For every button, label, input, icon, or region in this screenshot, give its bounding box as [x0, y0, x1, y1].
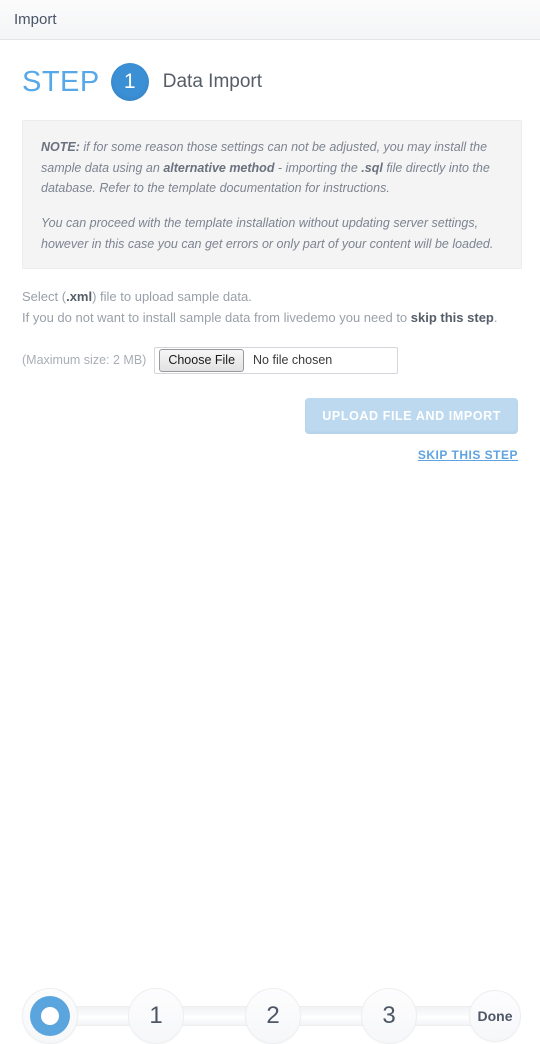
step-number-badge: 1 [110, 63, 149, 101]
step-node-3[interactable]: 3 [361, 988, 417, 1044]
page-content: STEP 1 Data Import NOTE: if for some rea… [0, 52, 540, 462]
max-size-label: (Maximum size: 2 MB) [22, 353, 147, 368]
step-node-done[interactable]: Done [469, 990, 521, 1042]
current-step-ring-icon [30, 996, 70, 1036]
note-text-b: - importing the [274, 160, 362, 175]
note-label: NOTE: [41, 140, 80, 154]
file-upload-row: (Maximum size: 2 MB) Choose File No file… [20, 346, 520, 374]
select-instructions-line-1: Select (.xml) file to upload sample data… [22, 287, 520, 308]
select-instructions-line-2: If you do not want to install sample dat… [22, 308, 520, 329]
steps-indicator: 1 2 3 Done [0, 488, 540, 1044]
window-title: Import [14, 11, 57, 28]
choose-file-button[interactable]: Choose File [159, 348, 245, 372]
step-heading: STEP 1 Data Import [20, 52, 520, 112]
actions-area: UPLOAD FILE AND IMPORT SKIP THIS STEP [20, 397, 520, 462]
note-paragraph-2: You can proceed with the template instal… [41, 215, 494, 251]
upload-file-and-import-button[interactable]: UPLOAD FILE AND IMPORT [305, 397, 518, 434]
window-titlebar: Import [0, 0, 540, 40]
skip-this-step-link[interactable]: SKIP THIS STEP [418, 448, 518, 462]
step-node-1[interactable]: 1 [128, 988, 184, 1044]
select-text-b: ) file to upload sample data. [92, 289, 252, 305]
note-box: NOTE: if for some reason those settings … [22, 120, 522, 270]
current-step-ring-hole [41, 1007, 59, 1025]
select-text-a: Select ( [22, 289, 67, 305]
select-bold-xml: .xml [66, 289, 93, 305]
step-node-current[interactable] [22, 988, 78, 1044]
chosen-file-name: No file chosen [253, 353, 333, 368]
select-instructions: Select (.xml) file to upload sample data… [20, 287, 520, 329]
file-input[interactable]: Choose File No file chosen [154, 346, 399, 374]
page-title: Data Import [162, 71, 263, 92]
select-bold-skip-this-step: skip this step [410, 309, 494, 325]
step-word-label: STEP [22, 65, 100, 98]
note-bold-sql: .sql [361, 160, 383, 175]
note-bold-alternative-method: alternative method [163, 160, 275, 175]
select-text-c: If you do not want to install sample dat… [22, 309, 411, 325]
select-text-d: . [493, 309, 498, 325]
note-paragraph-1: NOTE: if for some reason those settings … [41, 137, 503, 199]
step-node-2[interactable]: 2 [245, 988, 301, 1044]
